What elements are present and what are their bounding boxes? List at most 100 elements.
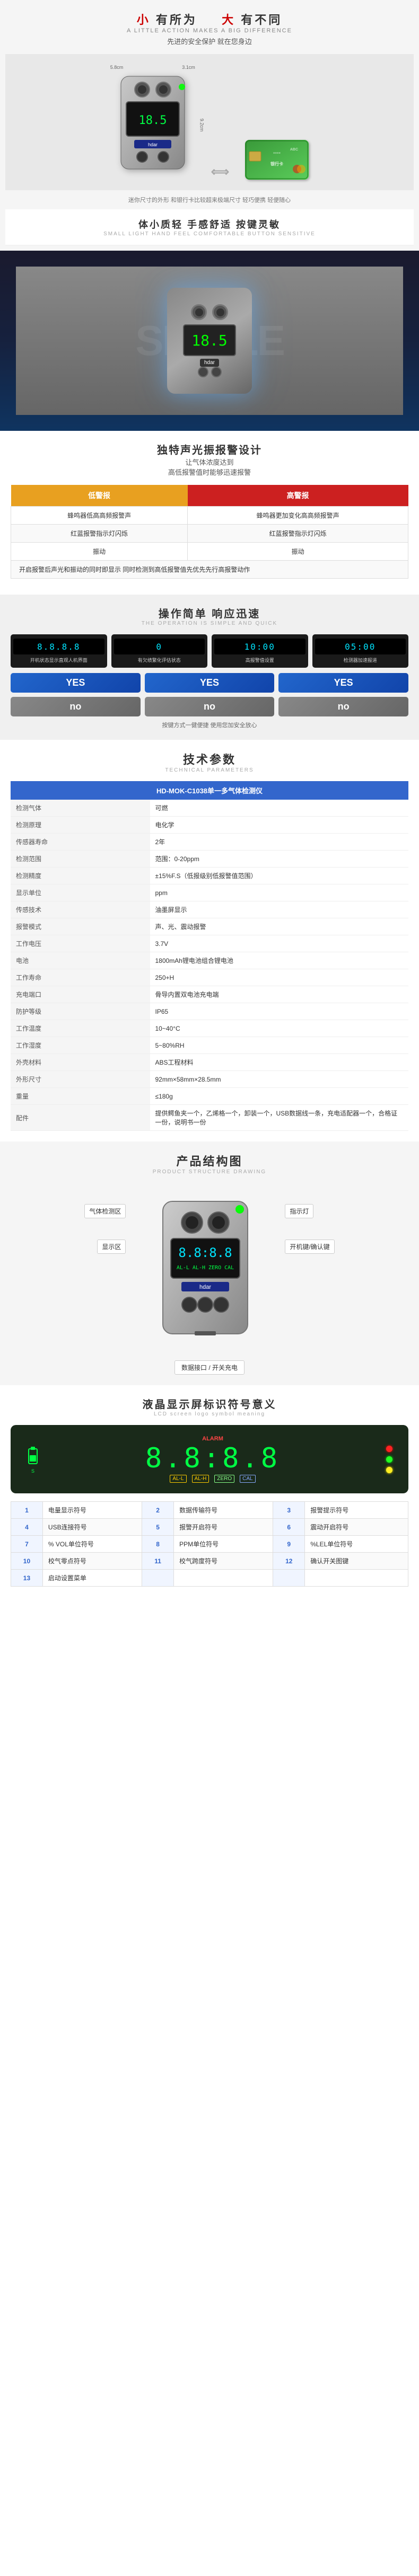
alert-row2-high: 红蓝报警指示灯闪烁 [188,525,408,543]
alert-row-1: 蜂鸣器低高高频报警声 蜂鸣器更加变化高高频报警声 [11,507,408,525]
yes-btn-3[interactable]: YES [278,673,408,693]
structure-diagram-area: 气体检测区 显示区 [11,1183,408,1366]
spec-row-3: 检测范围 范围：0-20ppm [11,851,408,867]
hero-tagline: 先进的安全保护 就在您身边 [5,36,414,46]
lcd-left-icons: S [27,1445,39,1474]
device-btn-2[interactable] [211,367,222,377]
symbol-num-4: 4 [11,1519,43,1536]
spec-value-1: 电化学 [150,817,409,834]
hero-title: 小 有所为 大 有不同 [5,11,414,28]
lcd-main-display: ALARM 8.8:8.8 AL-L AL-H ZERO CAL [145,1436,280,1483]
label-power-button: 开机键/确认键 [285,1240,334,1254]
yes-btn-1[interactable]: YES [11,673,141,693]
label-indicator-light: 指示灯 [285,1204,313,1218]
svg-text:AL-L AL-H ZERO CAL: AL-L AL-H ZERO CAL [177,1265,234,1271]
symbol-label-12: 确认开关图键 [305,1553,408,1570]
card-compare: •••• 银行卡 ABC [245,140,309,180]
symbol-label-10: 校气零点符号 [42,1553,142,1570]
specs-title-en: TECHNICAL PARAMETERS [11,767,408,773]
alert-row-full: 开启报警后声光和振动的同时即显示 同时检测到高低报警值先优先先行高报警动作 [11,561,408,579]
device-diagram-center: 8.8:8.8 AL-L AL-H ZERO CAL hdar [147,1193,264,1355]
spec-label-16: 外形尺寸 [11,1071,150,1088]
sensor-port-2 [212,304,228,320]
svg-text:ABC: ABC [290,148,298,152]
lcd-al-l-tag: AL-L [170,1475,186,1483]
specs-section: 技术参数 TECHNICAL PARAMETERS HD-MOK-C1038单一… [0,740,419,1141]
symbol-label-11: 校气跨度符号 [174,1553,273,1570]
hero-section: 小 有所为 大 有不同 A LITTLE ACTION MAKES A BIG … [0,0,419,251]
lcd-right-leds [386,1446,392,1473]
symbol-label-6: 震动开启符号 [305,1519,408,1536]
screen-value: 18.5 [191,332,227,349]
alert-row3-high: 振动 [188,543,408,561]
operation-display-grid: 8.8.8.8 开机状态显示直观人机界面 0 有欠绩繁化评估状态 10:00 高… [11,634,408,668]
alert-row3-low: 振动 [11,543,188,561]
spec-label-5: 显示单位 [11,884,150,901]
labels-right: 指示灯 开机键/确认键 [285,1193,334,1254]
handheld-device-container: 5.8cm3.1cm [110,65,195,180]
led-red [386,1446,392,1452]
feature-cn: 体小质轻 手感舒适 按键灵敏 [13,217,406,231]
symbol-row-1: 1 电量显示符号 2 数据传输符号 3 报警提示符号 [11,1502,408,1519]
spec-label-9: 电池 [11,952,150,969]
no-btn-3[interactable]: no [278,697,408,716]
yes-btn-2[interactable]: YES [145,673,275,693]
alert-title-cn: 独特声光振报警设计 [11,441,408,457]
display-label-1: 有欠绩繁化评估状态 [114,657,205,663]
spec-value-9: 1800mAh锂电池组合锂电池 [150,952,409,969]
label-data-port-area: 数据接口 / 开关充电 [11,1360,408,1375]
symbol-row-3: 7 % VOL单位符号 8 PPM单位符号 9 %LEL单位符号 [11,1536,408,1553]
hero-title-small: 小 [137,13,151,26]
dimension-side: 9.2cm [199,118,205,131]
hero-has-all: 有所为 [156,13,197,26]
spec-value-11: 骨导内置双电池充电端 [150,986,409,1003]
spec-value-16: 92mm×58mm×28.5mm [150,1071,409,1088]
symbol-row-5: 13 启动设置菜单 [11,1570,408,1587]
spec-row-5: 显示单位 ppm [11,884,408,901]
svg-text:8.8:8.8: 8.8:8.8 [179,1245,232,1260]
alert-desc1: 让气体浓度达到 [11,457,408,467]
spec-label-7: 报警模式 [11,918,150,935]
spec-value-17: ≤180g [150,1088,409,1105]
no-btn-2[interactable]: no [145,697,275,716]
symbol-label-7: % VOL单位符号 [42,1536,142,1553]
feature-en: SMALL LIGHT HAND FEEL COMFORTABLE BUTTON… [13,231,406,237]
hero-en-subtitle: A LITTLE ACTION MAKES A BIG DIFFERENCE [5,28,414,34]
sensor-inner-1 [195,308,203,316]
spec-value-8: 3.7V [150,935,409,952]
lcd-cal-tag: CAL [240,1475,255,1483]
led-yellow [386,1467,392,1473]
operation-title: 操作简单 响应迅速 THE OPERATION IS SIMPLE AND QU… [11,605,408,626]
device-showcase: SIMPLE 18.5 hdar [0,251,419,431]
alert-full-text: 开启报警后声光和振动的同时即显示 同时检测到高低报警值先优先先行高报警动作 [11,561,408,579]
specs-table-header: HD-MOK-C1038单一多气体检测仪 [11,781,408,800]
lcd-alarm-label: ALARM [202,1436,223,1442]
symbol-num-6: 6 [273,1519,305,1536]
symbol-num-11: 11 [142,1553,174,1570]
device-brand-label: hdar [200,359,219,367]
symbol-table: 1 电量显示符号 2 数据传输符号 3 报警提示符号 4 USB连接符号 5 报… [11,1501,408,1587]
operation-section: 操作简单 响应迅速 THE OPERATION IS SIMPLE AND QU… [0,595,419,740]
lcd-al-h-tag: AL-H [192,1475,210,1483]
alert-low-header: 低警报 [11,485,188,507]
symbol-label-2: 数据传输符号 [174,1502,273,1519]
device-btn-1[interactable] [198,367,208,377]
symbol-label-13: 启动设置菜单 [42,1570,142,1587]
symbol-num-9: 9 [273,1536,305,1553]
spec-row-16: 外形尺寸 92mm×58mm×28.5mm [11,1071,408,1088]
spec-row-11: 充电端口 骨导内置双电池充电端 [11,986,408,1003]
battery-icon [27,1445,39,1466]
spec-row-17: 重量 ≤180g [11,1088,408,1105]
svg-text:hdar: hdar [148,142,158,147]
alert-row-2: 红蓝报警指示灯闪烁 红蓝报警指示灯闪烁 [11,525,408,543]
no-btn-1[interactable]: no [11,697,141,716]
symbol-empty-1 [142,1570,174,1587]
spec-label-15: 外壳材料 [11,1054,150,1071]
label-data-port: 数据接口 / 开关充电 [174,1360,245,1375]
spec-value-7: 声、光、震动报警 [150,918,409,935]
alert-row1-low: 蜂鸣器低高高频报警声 [11,507,188,525]
device-svg: 18.5 hdar [110,71,195,180]
symbol-num-5: 5 [142,1519,174,1536]
spec-value-15: ABS工程材料 [150,1054,409,1071]
spec-label-11: 充电端口 [11,986,150,1003]
